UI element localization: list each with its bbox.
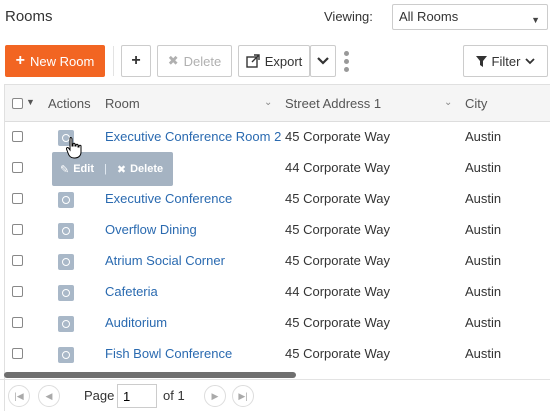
rooms-grid: ▼ Actions Room ⌄ Street Address 1 ⌄ City…	[4, 84, 550, 411]
funnel-icon	[475, 55, 487, 67]
city-cell: Austin	[465, 129, 502, 144]
next-page-icon[interactable]: ▶	[204, 385, 226, 407]
city-cell: Austin	[465, 315, 502, 330]
more-options-icon[interactable]	[344, 51, 350, 75]
export-button[interactable]: Export	[238, 45, 310, 77]
street-cell: 45 Corporate Way	[285, 346, 391, 361]
export-options-button[interactable]	[310, 45, 336, 77]
row-checkbox[interactable]	[12, 131, 23, 142]
select-all-checkbox[interactable]	[12, 98, 23, 109]
room-link[interactable]: Atrium Social Corner	[105, 253, 225, 268]
room-link[interactable]: Fish Bowl Conference	[105, 346, 232, 361]
table-row: Auditorium 45 Corporate Way Austin	[5, 308, 550, 339]
column-header-city[interactable]: City	[465, 96, 487, 111]
horizontal-scrollbar[interactable]	[4, 372, 296, 378]
row-actions-icon[interactable]	[58, 223, 74, 239]
grid-header: ▼ Actions Room ⌄ Street Address 1 ⌄ City	[5, 84, 550, 122]
street-cell: 45 Corporate Way	[285, 129, 391, 144]
city-cell: Austin	[465, 222, 502, 237]
prev-page-icon[interactable]: ◀	[38, 385, 60, 407]
row-actions-icon[interactable]	[58, 285, 74, 301]
room-link[interactable]: Executive Conference Room 2	[105, 129, 281, 144]
page-title: Rooms	[5, 8, 53, 25]
pager: |◀ ◀ Page of 1 ▶ ▶|	[0, 379, 550, 411]
row-actions-icon[interactable]	[58, 347, 74, 363]
table-row: Executive Conference 45 Corporate Way Au…	[5, 184, 550, 215]
add-button[interactable]: +	[121, 45, 151, 77]
page-input[interactable]	[117, 384, 157, 408]
x-icon: ✖	[116, 163, 127, 176]
delete-label: Delete	[183, 53, 222, 69]
table-row: Atrium Social Corner 45 Corporate Way Au…	[5, 246, 550, 277]
plus-icon: +	[131, 52, 141, 69]
export-icon	[246, 54, 260, 68]
row-checkbox[interactable]	[12, 255, 23, 266]
title-bar: Rooms Viewing: All Rooms ▼	[0, 0, 550, 36]
row-actions-icon[interactable]	[58, 254, 74, 270]
row-checkbox[interactable]	[12, 317, 23, 328]
table-row: Cafeteria 44 Corporate Way Austin	[5, 277, 550, 308]
row-checkbox[interactable]	[12, 286, 23, 297]
new-room-label: New Room	[30, 53, 95, 69]
street-cell: 44 Corporate Way	[285, 284, 391, 299]
hand-cursor-icon	[66, 137, 82, 159]
street-cell: 45 Corporate Way	[285, 253, 391, 268]
table-row: Fish Bowl Conference 45 Corporate Way Au…	[5, 339, 550, 370]
view-select[interactable]: All Rooms ▼	[392, 4, 548, 30]
column-header-street[interactable]: Street Address 1	[285, 96, 381, 111]
edit-action[interactable]: ✎ Edit	[60, 163, 94, 176]
delete-button[interactable]: ✖ Delete	[157, 45, 232, 77]
city-cell: Austin	[465, 284, 502, 299]
row-actions-icon[interactable]	[58, 316, 74, 332]
plus-icon: +	[15, 52, 26, 69]
street-cell: 45 Corporate Way	[285, 191, 391, 206]
view-select-value: All Rooms	[399, 9, 459, 24]
page-count-label: of 1	[163, 388, 185, 403]
street-cell: 45 Corporate Way	[285, 222, 391, 237]
row-checkbox[interactable]	[12, 348, 23, 359]
chevron-down-icon	[317, 57, 329, 65]
row-checkbox[interactable]	[12, 224, 23, 235]
city-cell: Austin	[465, 160, 502, 175]
room-link[interactable]: Executive Conference	[105, 191, 232, 206]
caret-down-icon[interactable]: ▼	[26, 97, 35, 107]
chevron-down-icon	[525, 58, 536, 65]
city-cell: Austin	[465, 346, 502, 361]
viewing-label: Viewing:	[324, 9, 373, 24]
street-cell: 45 Corporate Way	[285, 315, 391, 330]
edit-label: Edit	[73, 163, 94, 175]
toolbar-divider	[113, 46, 114, 76]
first-page-icon[interactable]: |◀	[8, 385, 30, 407]
filter-label: Filter	[491, 53, 521, 69]
caret-down-icon: ▼	[531, 15, 540, 25]
table-row: Executive Conference Room 2 45 Corporate…	[5, 122, 550, 153]
export-label: Export	[264, 53, 303, 69]
last-page-icon[interactable]: ▶|	[232, 385, 254, 407]
room-link[interactable]: Auditorium	[105, 315, 167, 330]
pencil-icon: ✎	[60, 163, 70, 176]
filter-button[interactable]: Filter	[463, 45, 548, 77]
row-checkbox[interactable]	[12, 162, 23, 173]
street-cell: 44 Corporate Way	[285, 160, 391, 175]
row-checkbox[interactable]	[12, 193, 23, 204]
row-actions-icon[interactable]	[58, 192, 74, 208]
new-room-button[interactable]: + New Room	[5, 45, 105, 77]
column-header-room[interactable]: Room	[105, 96, 140, 111]
divider: |	[104, 163, 107, 175]
delete-label: Delete	[130, 163, 164, 175]
page-label: Page	[84, 388, 115, 403]
column-header-actions: Actions	[48, 96, 91, 111]
delete-action[interactable]: ✖ Delete	[117, 163, 163, 176]
table-row: Overflow Dining 45 Corporate Way Austin	[5, 215, 550, 246]
chevron-down-icon[interactable]: ⌄	[264, 97, 272, 108]
chevron-down-icon[interactable]: ⌄	[444, 97, 452, 108]
room-link[interactable]: Overflow Dining	[105, 222, 197, 237]
x-icon: ✖	[167, 53, 179, 68]
city-cell: Austin	[465, 191, 502, 206]
room-link[interactable]: Cafeteria	[105, 284, 158, 299]
toolbar: + New Room + ✖ Delete Export Filter	[0, 45, 550, 79]
city-cell: Austin	[465, 253, 502, 268]
